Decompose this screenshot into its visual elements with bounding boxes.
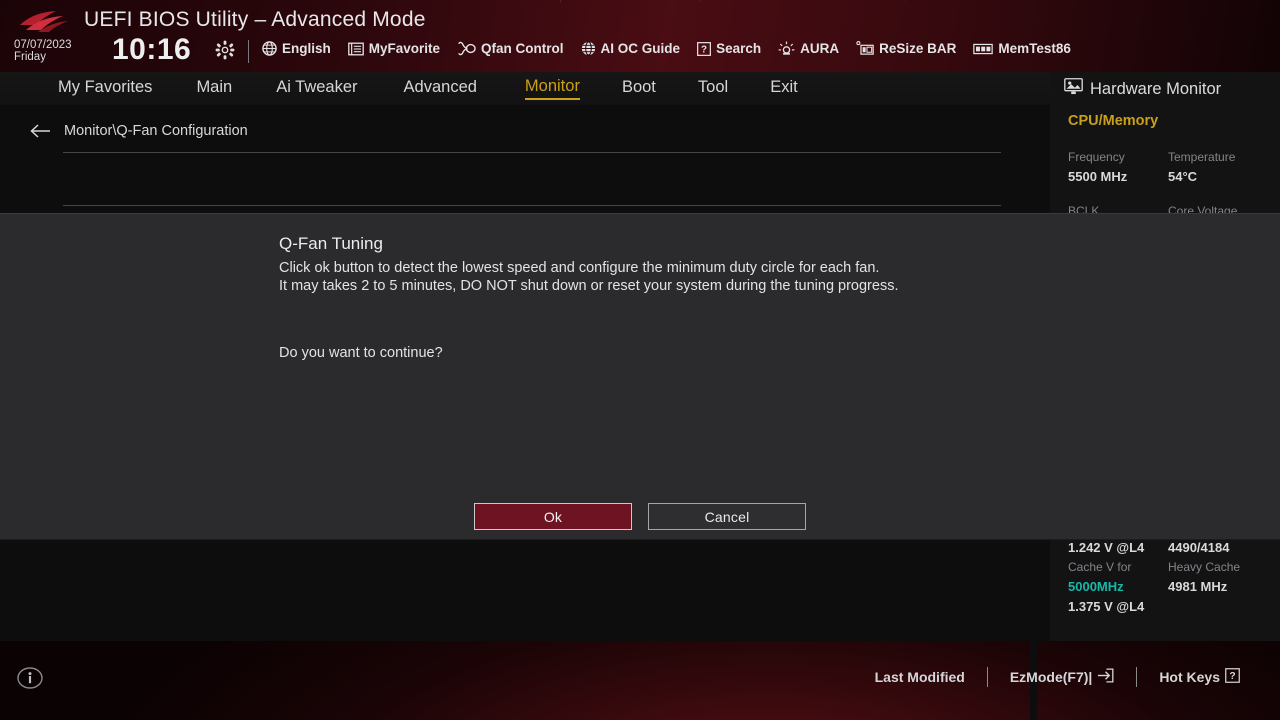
dialog-title: Q-Fan Tuning (279, 234, 383, 253)
tab-my-favorites[interactable]: My Favorites (58, 78, 152, 99)
hardware-monitor-title: Hardware Monitor (1090, 79, 1222, 98)
last-modified-label: Last Modified (874, 669, 965, 685)
datetime-display: 07/07/2023 Friday (14, 39, 72, 64)
toolbar-label: English (282, 41, 331, 56)
gear-icon[interactable] (215, 40, 235, 60)
tab-monitor[interactable]: Monitor (524, 77, 580, 100)
ezmode-button[interactable]: EzMode(F7)| (988, 668, 1136, 686)
toolbar-item-aura[interactable]: AURA (778, 41, 839, 56)
svg-text:?: ? (701, 44, 707, 55)
header-bar: UEFI BIOS Utility – Advanced Mode 07/07/… (0, 0, 1280, 72)
question-box-icon: ? (697, 41, 712, 56)
header-toolbar: English MyFavorite Qfan Control AI OC Gu… (262, 41, 1071, 56)
dialog-line-2: It may takes 2 to 5 minutes, DO NOT shut… (279, 277, 899, 294)
dialog-body: Click ok button to detect the lowest spe… (279, 260, 1003, 295)
back-arrow-icon[interactable] (30, 120, 52, 142)
metric-value: 1.242 V @L4 (1068, 540, 1145, 555)
arrow-into-box-icon (1097, 668, 1114, 686)
breadcrumb-row: Monitor\Q-Fan Configuration (0, 113, 1050, 149)
metric-value: 54°C (1168, 169, 1198, 184)
memory-module-icon (973, 42, 994, 56)
page-title: UEFI BIOS Utility – Advanced Mode (84, 8, 426, 31)
toolbar-item-resize-bar[interactable]: ReSize BAR (856, 41, 956, 56)
monitor-screen-icon (1064, 78, 1083, 100)
breadcrumb: Monitor\Q-Fan Configuration (64, 123, 248, 139)
rog-logo-icon (16, 8, 72, 36)
globe-icon (262, 41, 277, 56)
clock-text: 10:16 (112, 33, 192, 66)
tab-boot[interactable]: Boot (622, 78, 656, 99)
toolbar-item-qfan-control[interactable]: Qfan Control (457, 41, 564, 56)
toolbar-label: ReSize BAR (879, 41, 957, 56)
toolbar-label: Qfan Control (481, 41, 564, 56)
fan-icon (457, 41, 476, 56)
toolbar-label: Search (716, 41, 762, 56)
last-modified-button[interactable]: Last Modified (853, 669, 987, 685)
metric-value: 5000MHz (1068, 579, 1124, 594)
hardware-monitor-header: Hardware Monitor (1064, 78, 1221, 100)
metric-value: 5500 MHz (1068, 169, 1128, 184)
hotkeys-button[interactable]: Hot Keys ? (1137, 668, 1262, 686)
bottom-status-bar: Last Modified EzMode(F7)| Hot Keys ? (0, 641, 1280, 720)
globe-icon (581, 41, 596, 56)
tab-tool[interactable]: Tool (698, 78, 728, 99)
ok-button[interactable]: Ok (474, 503, 632, 530)
toolbar-label: AI OC Guide (600, 41, 681, 56)
metric-value: 4981 MHz (1168, 579, 1228, 594)
aura-lighting-icon (778, 41, 795, 56)
toolbar-item-myfavorite[interactable]: MyFavorite (347, 41, 441, 56)
tab-main[interactable]: Main (196, 78, 232, 99)
divider (63, 205, 1001, 206)
svg-text:?: ? (1229, 671, 1235, 682)
toolbar-label: MyFavorite (368, 41, 441, 56)
divider (63, 152, 1001, 153)
dialog-line-1: Click ok button to detect the lowest spe… (279, 260, 880, 276)
toolbar-label: AURA (800, 41, 840, 56)
toolbar-item-english[interactable]: English (262, 41, 331, 56)
tab-ai-tweaker[interactable]: Ai Tweaker (276, 78, 357, 99)
metric-key: Frequency (1068, 150, 1125, 164)
toolbar-label: MemTest86 (998, 41, 1071, 56)
dialog-button-row: Ok Cancel (0, 503, 1280, 530)
ezmode-label: EzMode(F7)| (1009, 669, 1093, 685)
header-separator (248, 40, 249, 63)
question-box-icon: ? (1225, 668, 1240, 686)
hw-metrics-bottom: 1.242 V @L4 4490/4184 Cache V for Heavy … (1068, 538, 1276, 617)
hotkeys-label: Hot Keys (1159, 669, 1220, 685)
qfan-tuning-dialog: Q-Fan Tuning Click ok button to detect t… (0, 213, 1280, 540)
toolbar-item-memtest86[interactable]: MemTest86 (973, 41, 1071, 56)
star-list-icon (347, 42, 364, 56)
toolbar-item-ai-oc-guide[interactable]: AI OC Guide (581, 41, 681, 56)
day-text: Friday (14, 51, 46, 63)
metric-key: Cache V for (1068, 560, 1132, 574)
resize-bar-icon (856, 41, 874, 56)
hw-metrics-top: Frequency Temperature 5500 MHz 54°C (1068, 148, 1276, 187)
toolbar-item-search[interactable]: ? Search (697, 41, 761, 56)
tab-advanced[interactable]: Advanced (404, 78, 477, 99)
date-text: 07/07/2023 (14, 39, 72, 51)
cancel-button[interactable]: Cancel (648, 503, 806, 530)
bios-screen: UEFI BIOS Utility – Advanced Mode 07/07/… (0, 0, 1280, 720)
metric-key: Temperature (1168, 150, 1236, 164)
hardware-monitor-section: CPU/Memory (1068, 113, 1159, 129)
metric-value: 4490/4184 (1168, 540, 1230, 555)
main-menu-bar: My Favorites Main Ai Tweaker Advanced Mo… (0, 72, 1050, 105)
metric-key: Heavy Cache (1168, 560, 1241, 574)
dialog-question: Do you want to continue? (279, 345, 443, 361)
metric-value: 1.375 V @L4 (1068, 599, 1145, 614)
tab-exit[interactable]: Exit (770, 78, 798, 99)
